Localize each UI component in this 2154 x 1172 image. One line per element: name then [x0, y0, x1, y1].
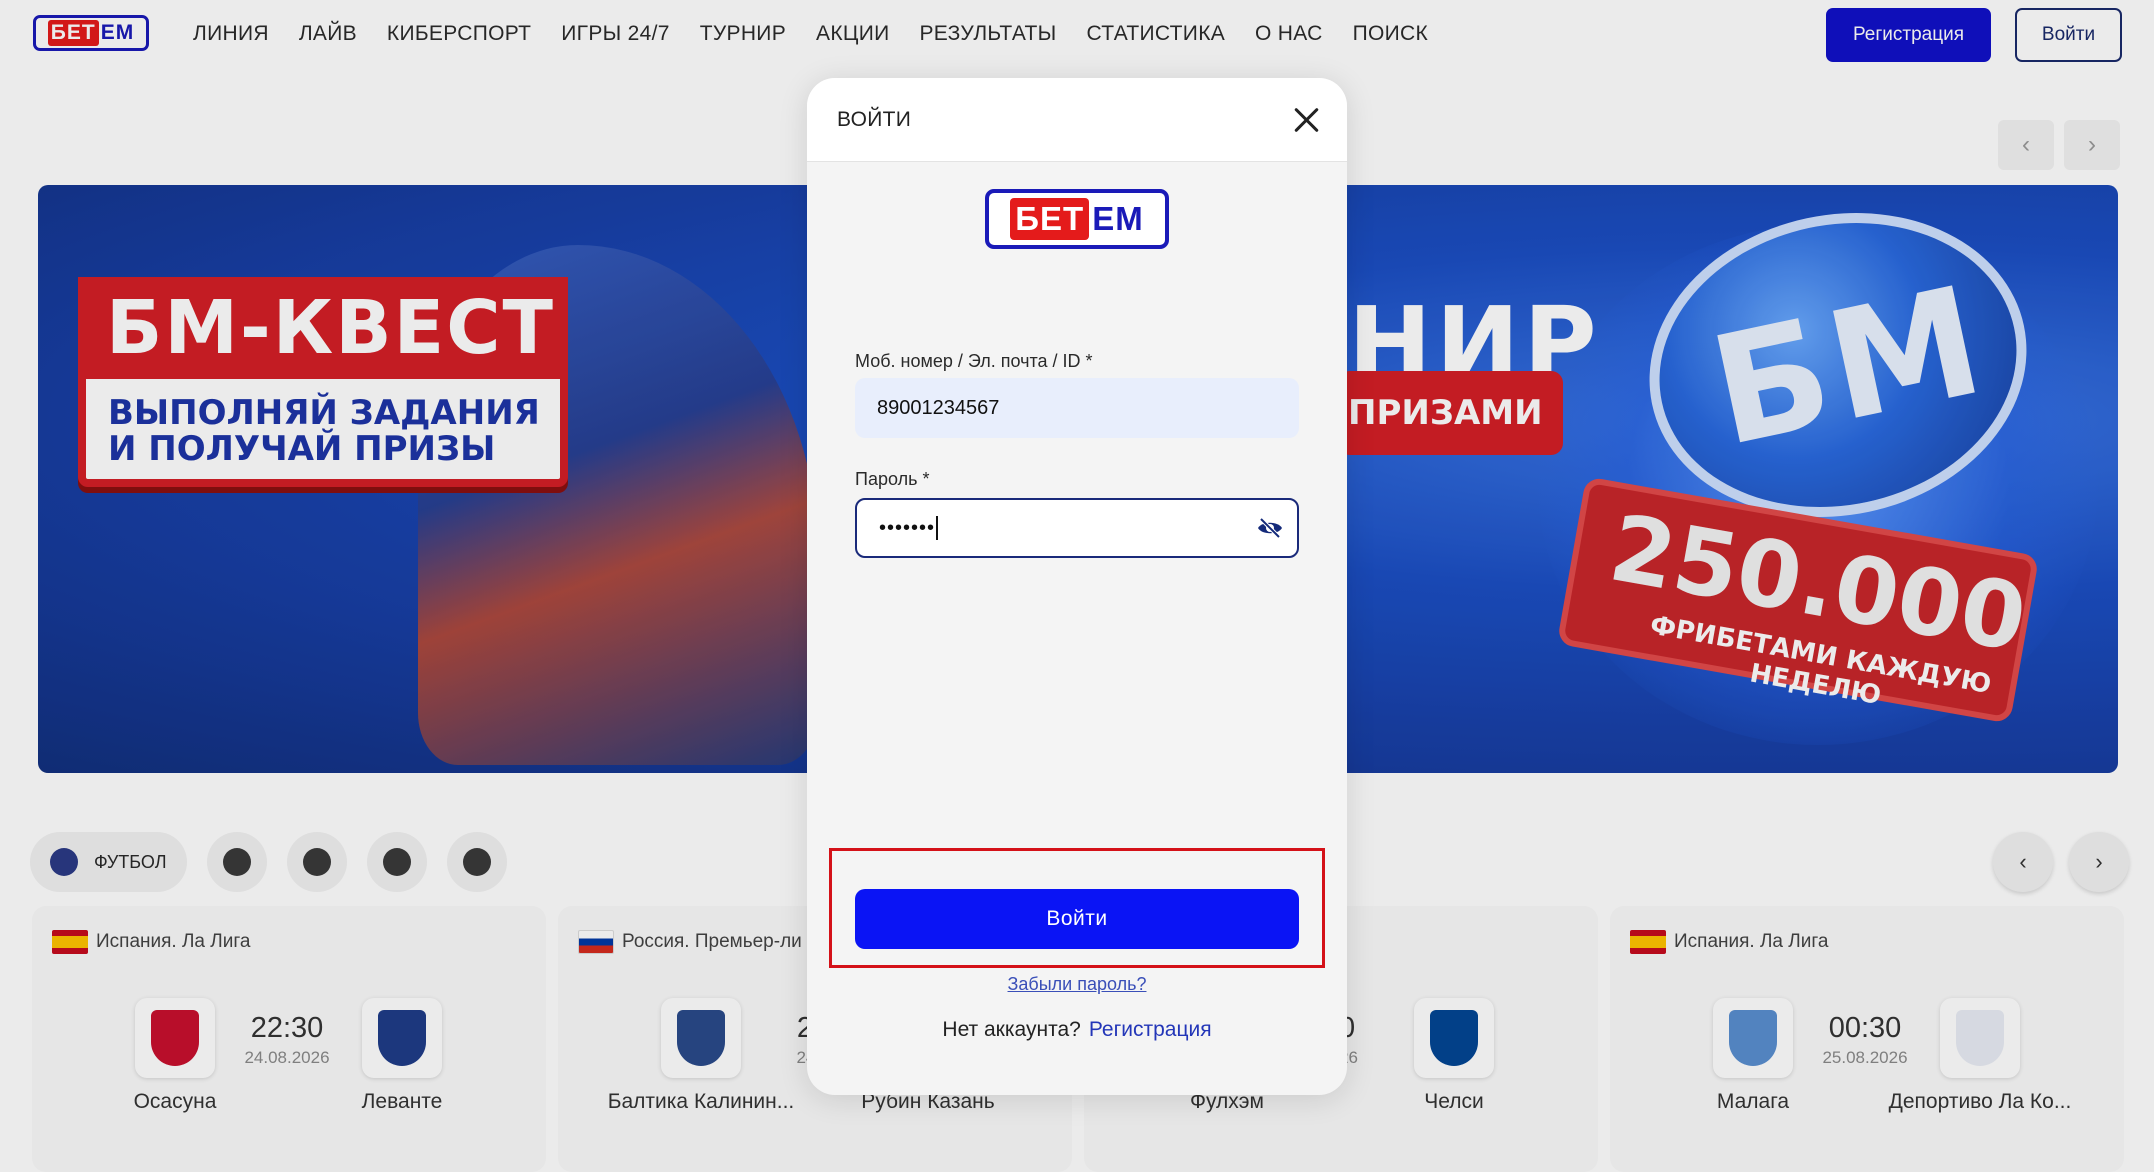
- close-icon[interactable]: [1291, 104, 1323, 136]
- modal-title: ВОЙТИ: [837, 108, 912, 131]
- forgot-password-link[interactable]: Забыли пароль?: [807, 974, 1347, 995]
- eye-off-icon[interactable]: [1257, 518, 1283, 538]
- password-input[interactable]: •••••••: [855, 498, 1299, 558]
- login-input[interactable]: 89001234567: [855, 378, 1299, 438]
- logo-left-text: БЕТ: [1010, 198, 1090, 240]
- submit-login-button[interactable]: Войти: [855, 889, 1299, 949]
- password-input-value: •••••••: [879, 516, 936, 539]
- password-field-label: Пароль *: [855, 469, 930, 489]
- no-account-text: Нет аккаунта?: [942, 1018, 1081, 1041]
- modal-header: ВОЙТИ: [807, 78, 1347, 162]
- login-modal: ВОЙТИ БЕТ ЕМ Моб. номер / Эл. почта / ID…: [807, 78, 1347, 1095]
- logo-right-text: ЕМ: [1092, 200, 1144, 237]
- register-link[interactable]: Регистрация: [1089, 1018, 1212, 1041]
- text-caret: [936, 516, 939, 540]
- modal-logo: БЕТ ЕМ: [985, 189, 1169, 249]
- no-account-row: Нет аккаунта? Регистрация: [807, 1018, 1347, 1042]
- login-input-value: 89001234567: [877, 396, 1000, 419]
- login-field-label: Моб. номер / Эл. почта / ID *: [855, 351, 1093, 371]
